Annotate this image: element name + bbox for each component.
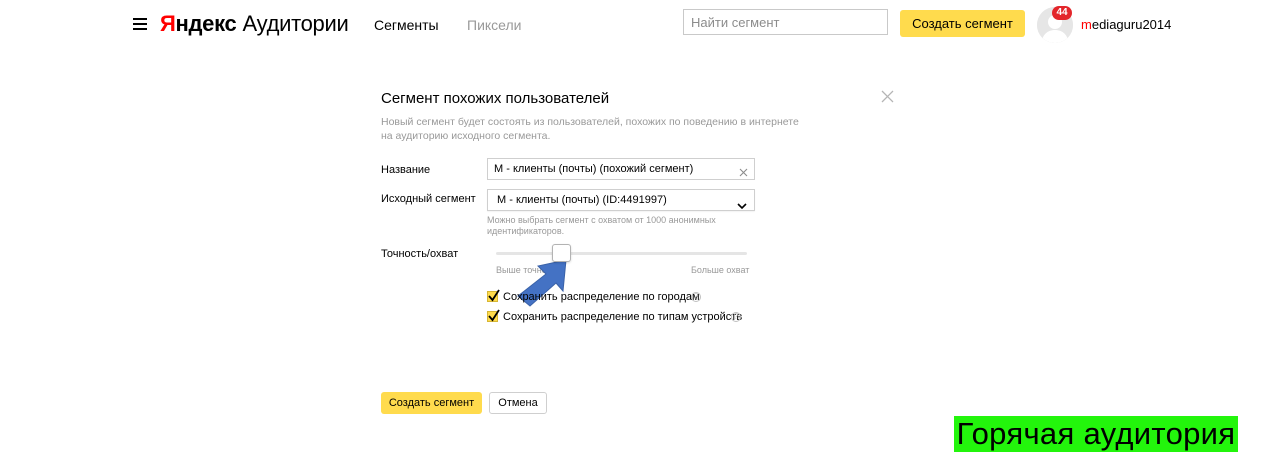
name-label: Название <box>381 164 431 176</box>
username[interactable]: mediaguru2014 <box>1081 17 1171 33</box>
help-icon[interactable]: ? <box>731 312 741 322</box>
checkbox-keep-cities[interactable] <box>487 289 500 302</box>
hamburger-icon[interactable] <box>133 17 147 30</box>
logo-product: Аудитории <box>242 11 349 36</box>
hot-audience-label: Горячая аудитория <box>954 416 1238 452</box>
source-segment-value: М - клиенты (почты) (ID:4491997) <box>497 194 667 206</box>
nav-pixels[interactable]: Пиксели <box>467 16 521 34</box>
source-segment-label: Исходный сегмент <box>381 193 476 205</box>
logo[interactable]: Яндекс Аудитории <box>160 10 349 38</box>
chevron-down-icon <box>737 197 747 210</box>
close-icon[interactable] <box>881 90 894 103</box>
accuracy-label: Точность/охват <box>381 248 459 260</box>
dialog-description: Новый сегмент будет состоять из пользова… <box>381 116 799 142</box>
checkmark-icon <box>488 309 500 322</box>
clear-icon[interactable] <box>739 164 748 177</box>
source-segment-hint: Можно выбрать сегмент с охватом от 1000 … <box>487 215 716 236</box>
slider-right-label: Больше охват <box>691 265 750 275</box>
checkbox-keep-cities-label[interactable]: Сохранить распределение по городам <box>503 291 700 304</box>
search-input[interactable] <box>683 9 888 35</box>
cancel-button[interactable]: Отмена <box>489 392 547 414</box>
accuracy-slider-track[interactable] <box>496 252 747 255</box>
accuracy-slider-thumb[interactable] <box>552 244 571 262</box>
nav-segments[interactable]: Сегменты <box>374 16 439 34</box>
notification-badge[interactable]: 44 <box>1052 6 1072 20</box>
help-icon[interactable]: ? <box>691 292 701 302</box>
create-segment-button[interactable]: Создать сегмент <box>381 392 482 414</box>
source-segment-select[interactable]: М - клиенты (почты) (ID:4491997) <box>487 189 755 211</box>
logo-brand: Яндекс <box>160 11 237 36</box>
dialog-title: Сегмент похожих пользователей <box>381 90 610 107</box>
checkbox-keep-devices-label[interactable]: Сохранить распределение по типам устройс… <box>503 311 742 324</box>
checkmark-icon <box>488 289 500 302</box>
checkbox-keep-devices[interactable] <box>487 309 500 322</box>
name-field[interactable] <box>487 158 755 180</box>
create-segment-top-button[interactable]: Создать сегмент <box>900 10 1025 37</box>
name-input[interactable] <box>488 159 734 179</box>
